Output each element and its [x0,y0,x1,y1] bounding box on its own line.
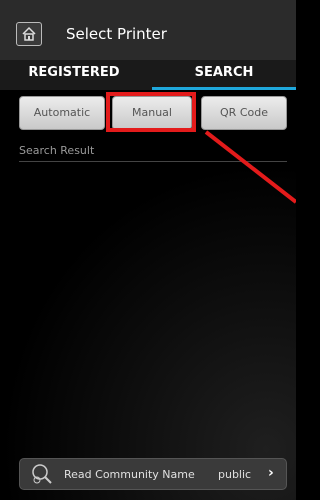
app-header: Select Printer [0,0,296,60]
search-gear-icon [32,464,52,484]
automatic-button[interactable]: Automatic [19,96,105,130]
community-name-value: public [218,468,252,481]
read-community-name-label: Read Community Name [64,468,195,481]
tab-registered[interactable]: REGISTERED [0,60,148,90]
page-title: Select Printer [66,25,167,43]
tab-bar: REGISTERED SEARCH [0,60,296,90]
manual-highlight-box [106,92,196,132]
active-tab-indicator [152,87,296,90]
home-icon [22,26,36,41]
home-button[interactable] [16,22,42,46]
section-divider [19,161,287,162]
background-texture [0,162,296,500]
tab-search[interactable]: SEARCH [152,60,296,90]
search-result-label: Search Result [19,144,95,157]
qr-code-button[interactable]: QR Code [201,96,287,130]
read-community-name-row[interactable]: Read Community Name public › [19,458,287,490]
chevron-right-icon: › [268,465,274,481]
